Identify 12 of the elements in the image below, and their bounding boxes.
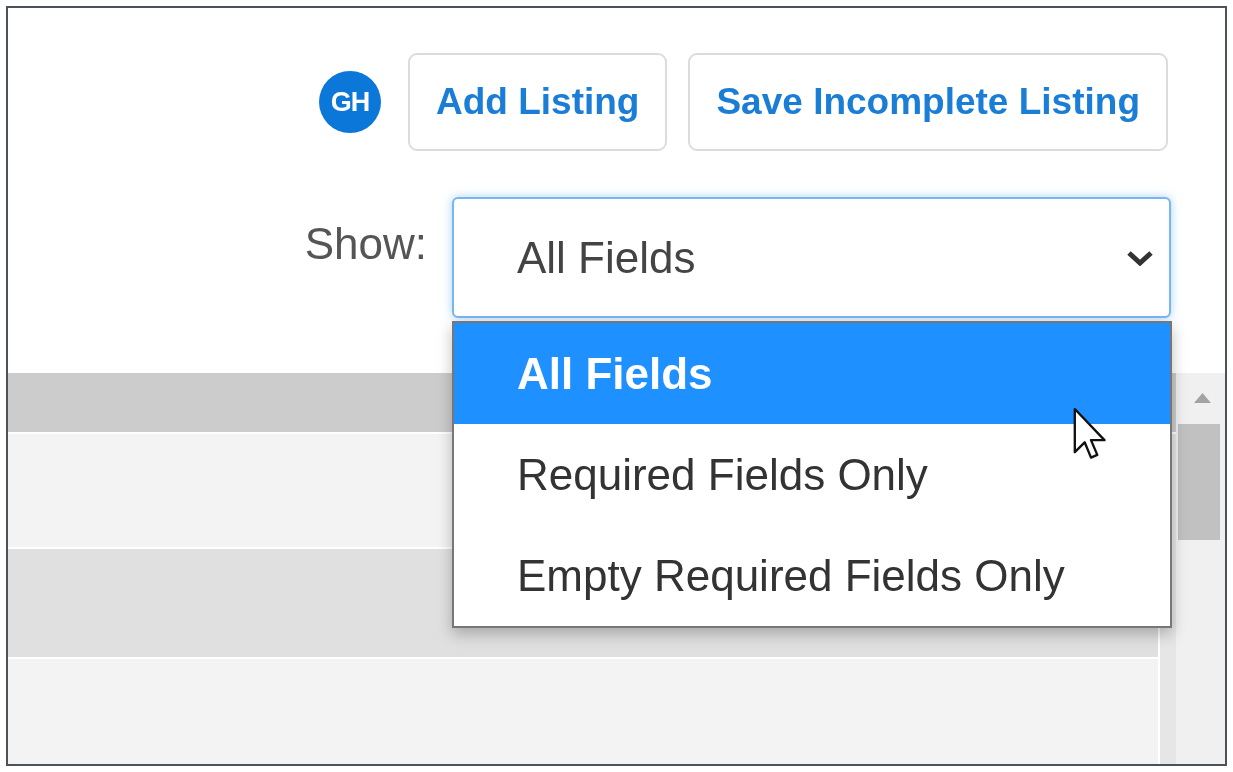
save-listing-button[interactable]: Save Incomplete Listing [688, 53, 1168, 151]
scrollbar-thumb[interactable] [1178, 424, 1220, 540]
scrollbar-track[interactable] [1176, 373, 1225, 764]
dropdown-option[interactable]: Required Fields Only [454, 424, 1170, 525]
add-listing-button[interactable]: Add Listing [407, 53, 668, 151]
chevron-down-icon [1126, 249, 1154, 266]
show-label: Show: [304, 219, 427, 269]
dropdown-option[interactable]: Empty Required Fields Only [454, 525, 1170, 626]
scroll-up-icon[interactable] [1194, 393, 1211, 403]
filter-select[interactable]: All Fields [452, 197, 1171, 318]
user-avatar[interactable]: GH [318, 71, 381, 133]
dropdown-option[interactable]: All Fields [454, 323, 1170, 424]
